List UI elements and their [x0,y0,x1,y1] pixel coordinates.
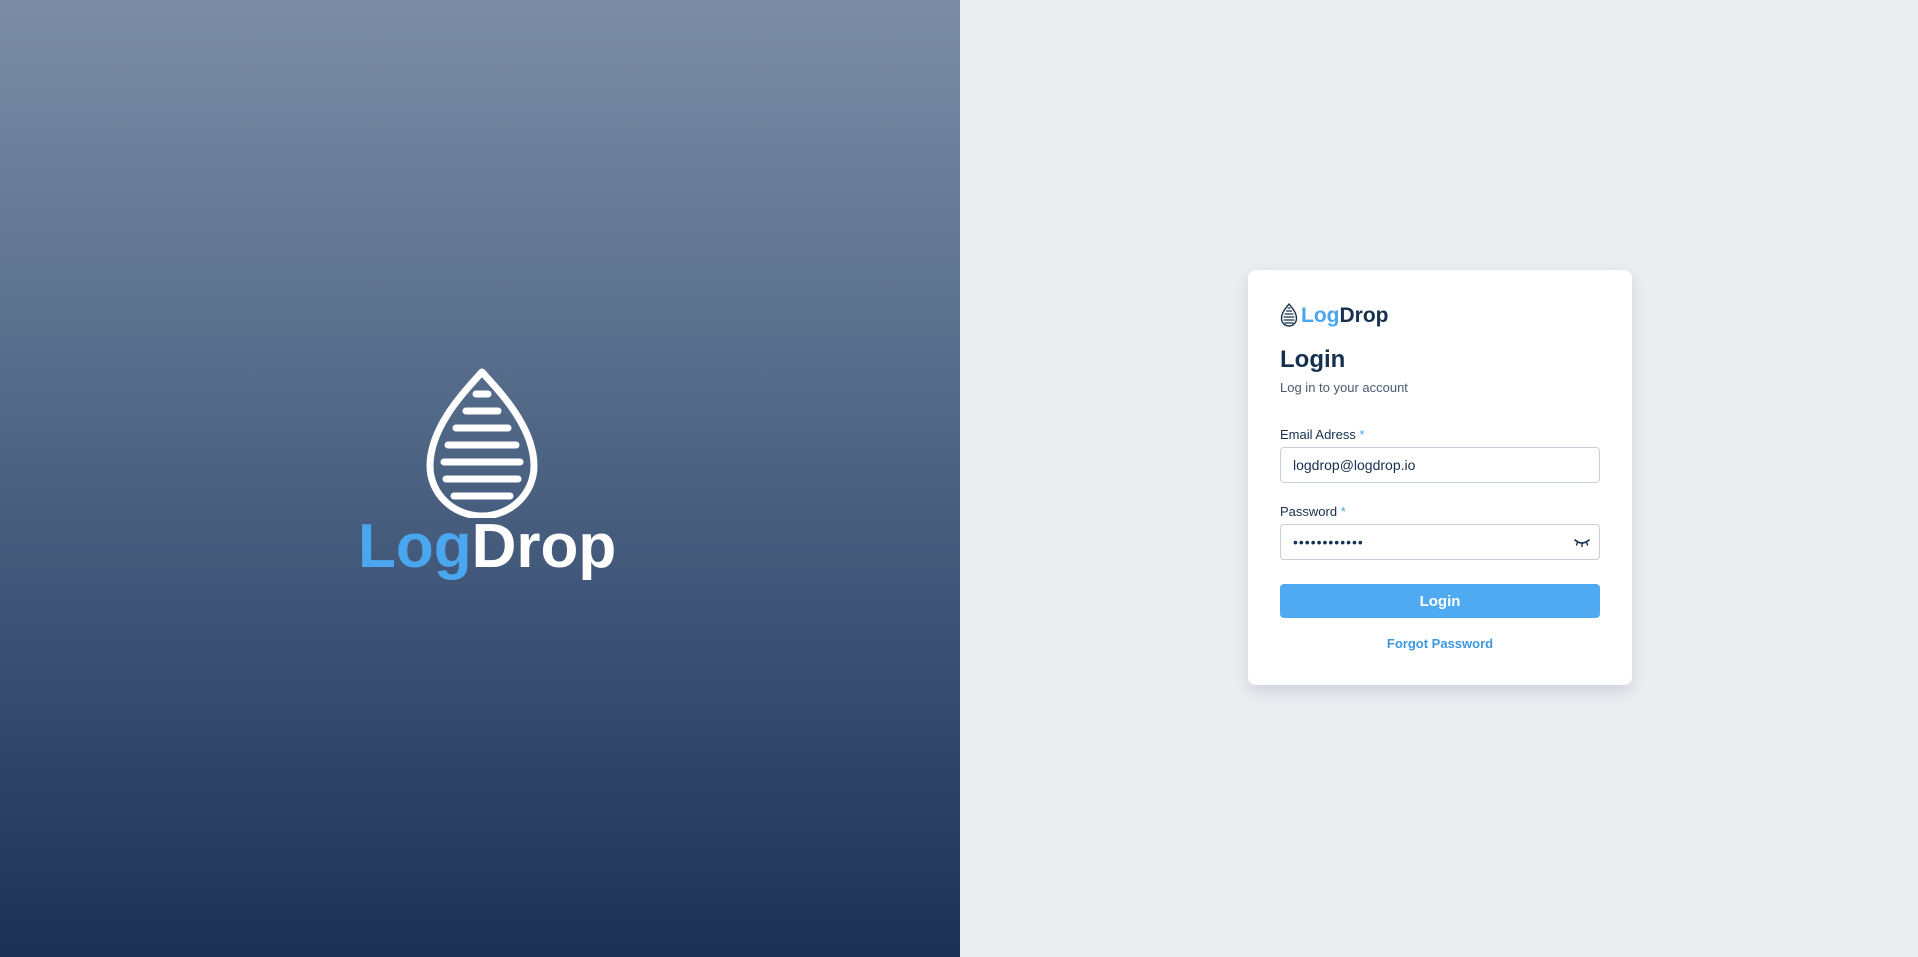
password-required-mark: * [1340,504,1346,519]
card-wordmark: LogDrop [1301,305,1388,326]
page-subtitle: Log in to your account [1280,380,1408,395]
hero-wordmark-log: Log [358,512,472,581]
login-button[interactable]: Login [1280,584,1600,618]
hero-logo: LogDrop [358,368,616,588]
password-label-text: Password [1280,504,1338,519]
card-brand: LogDrop [1280,302,1388,328]
page-title: Login [1280,346,1346,373]
hero-wordmark-drop: Drop [471,512,617,581]
password-input[interactable] [1280,524,1600,560]
password-field [1280,524,1600,560]
email-input[interactable] [1280,447,1600,483]
forgot-password-link[interactable]: Forgot Password [1280,636,1600,651]
hero-panel: LogDrop [0,0,960,957]
card-wordmark-log: Log [1301,303,1340,327]
email-label: Email Adress * [1280,427,1365,442]
email-required-mark: * [1359,427,1365,442]
login-card: LogDrop Login Log in to your account Ema… [1248,270,1632,685]
card-wordmark-drop: Drop [1339,303,1389,327]
login-page: LogDrop LogDrop Login Log in to your acc… [0,0,1918,957]
password-label: Password * [1280,504,1346,519]
email-label-text: Email Adress [1280,427,1356,442]
auth-panel: LogDrop Login Log in to your account Ema… [960,0,1918,957]
eye-closed-icon[interactable] [1574,535,1590,549]
hero-wordmark: LogDrop [358,516,616,578]
drop-logo-icon [1280,303,1298,327]
drop-logo-icon [426,368,538,518]
